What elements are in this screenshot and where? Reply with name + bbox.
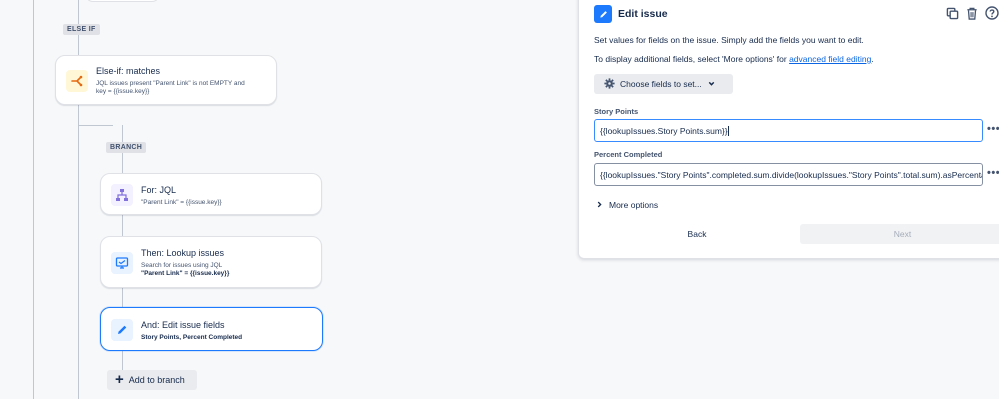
- hierarchy-icon: [111, 184, 133, 206]
- rule-canvas: ELSE IF BRANCH Else-if: matches JQL issu…: [0, 0, 999, 399]
- node-subtitle: key = {{issue.key}}: [96, 88, 150, 95]
- chevron-right-icon: [596, 200, 603, 210]
- lookup-issues-node[interactable]: Then: Lookup issues Search for issues us…: [100, 236, 322, 288]
- story-points-input[interactable]: {{lookupIssues.Story Points.sum}}: [594, 119, 983, 142]
- branch-split-icon: [66, 70, 88, 92]
- trash-icon[interactable]: [964, 5, 980, 21]
- edit-issue-panel: Edit issue Set values for fields on the …: [578, 0, 999, 259]
- plus-icon: +: [115, 371, 124, 388]
- for-jql-node[interactable]: For: JQL "Parent Link" = {{issue.key}}: [100, 173, 322, 215]
- text-caret: [727, 126, 729, 136]
- node-subtitle-bold: Story Points, Percent Completed: [141, 334, 243, 341]
- more-options-label: More options: [609, 200, 659, 210]
- percent-completed-input[interactable]: {{lookupIssues."Story Points".completed.…: [594, 163, 983, 186]
- pencil-icon: [594, 5, 612, 23]
- choose-fields-dropdown[interactable]: Choose fields to set...: [594, 74, 733, 94]
- add-to-branch-button[interactable]: + Add to branch: [107, 370, 197, 390]
- advanced-hint-prefix: To display additional fields, select 'Mo…: [594, 54, 790, 64]
- else-if-pill: ELSE IF: [63, 24, 100, 35]
- node-subtitle: JQL issues present "Parent Link" is not …: [96, 80, 245, 87]
- node-title: For: JQL: [141, 185, 177, 195]
- chevron-down-icon: [707, 79, 716, 90]
- monitor-search-icon: [111, 252, 133, 274]
- node-subtitle: Search for issues using JQL: [141, 262, 223, 269]
- panel-description: Set values for fields on the issue. Simp…: [594, 35, 864, 45]
- node-title: And: Edit issue fields: [141, 320, 225, 330]
- flow-connector: [78, 105, 79, 399]
- more-options-toggle[interactable]: More options: [596, 200, 658, 210]
- advanced-hint-suffix: .: [871, 54, 874, 64]
- story-points-label: Story Points: [594, 107, 639, 116]
- percent-completed-value: {{lookupIssues."Story Points".completed.…: [600, 170, 983, 180]
- else-if-node[interactable]: Else-if: matches JQL issues present "Par…: [55, 55, 277, 105]
- choose-fields-label: Choose fields to set...: [620, 79, 702, 89]
- node-subtitle-bold: "Parent Link" = {{issue.key}}: [141, 270, 230, 277]
- duplicate-icon[interactable]: [944, 5, 960, 21]
- advanced-hint: To display additional fields, select 'Mo…: [594, 54, 874, 64]
- add-to-branch-label: Add to branch: [128, 375, 185, 385]
- branch-pill: BRANCH: [106, 142, 147, 153]
- node-title: Else-if: matches: [96, 66, 161, 76]
- edit-issue-fields-node[interactable]: And: Edit issue fields Story Points, Per…: [100, 307, 323, 351]
- percent-completed-label: Percent Completed: [594, 150, 663, 159]
- gear-icon: [604, 77, 615, 91]
- advanced-field-editing-link[interactable]: advanced field editing: [789, 54, 871, 64]
- story-points-more-icon[interactable]: •••: [987, 123, 999, 135]
- node-title: Then: Lookup issues: [141, 248, 225, 258]
- percent-completed-more-icon[interactable]: •••: [987, 167, 999, 179]
- previous-node-edge: [85, 0, 160, 2]
- branch-connector: [78, 125, 113, 126]
- node-subtitle: "Parent Link" = {{issue.key}}: [141, 199, 222, 206]
- pencil-icon: [111, 319, 133, 341]
- panel-title: Edit issue: [618, 8, 668, 20]
- canvas-left-border: [33, 0, 34, 399]
- next-button[interactable]: Next: [800, 224, 999, 244]
- story-points-value: {{lookupIssues.Story Points.sum}}: [600, 126, 728, 136]
- back-button[interactable]: Back: [594, 224, 800, 244]
- help-icon[interactable]: [984, 5, 999, 21]
